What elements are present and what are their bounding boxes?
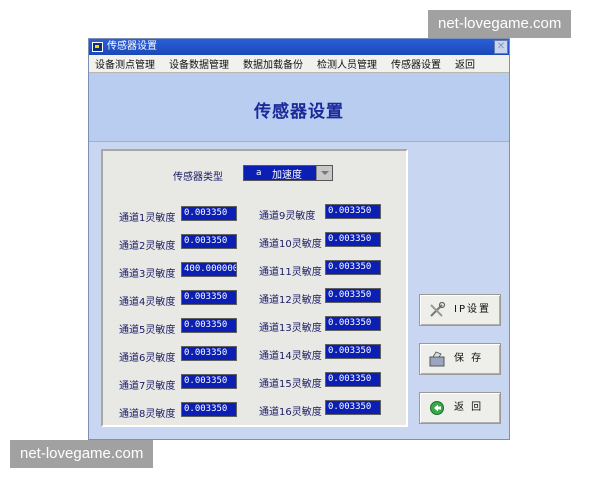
channel-5-label: 通道5灵敏度 xyxy=(119,325,176,336)
app-window: 传感器设置 ✕ 设备测点管理 设备数据管理 数据加载备份 检测人员管理 传感器设… xyxy=(88,38,510,440)
menu-item-data[interactable]: 设备数据管理 xyxy=(169,56,229,71)
channel-11-label: 通道11灵敏度 xyxy=(259,267,322,278)
channel-4-label: 通道4灵敏度 xyxy=(119,297,176,308)
channel-14-input[interactable]: 0.003350 xyxy=(325,344,381,359)
tools-icon xyxy=(430,302,446,317)
channel-2-input[interactable]: 0.003350 xyxy=(181,234,237,249)
return-label: 返 回 xyxy=(454,402,484,413)
channel-4-input[interactable]: 0.003350 xyxy=(181,290,237,305)
ip-settings-label: IP设置 xyxy=(454,304,491,315)
channel-10-label: 通道10灵敏度 xyxy=(259,239,322,250)
channel-1-label: 通道1灵敏度 xyxy=(119,213,176,224)
window-title: 传感器设置 xyxy=(107,41,157,52)
channel-13-input[interactable]: 0.003350 xyxy=(325,316,381,331)
channel-8-input[interactable]: 0.003350 xyxy=(181,402,237,417)
menu-item-return[interactable]: 返回 xyxy=(455,56,475,71)
save-button[interactable]: 保 存 xyxy=(419,343,501,375)
channel-5-input[interactable]: 0.003350 xyxy=(181,318,237,333)
channel-12-input[interactable]: 0.003350 xyxy=(325,288,381,303)
save-label: 保 存 xyxy=(454,353,484,364)
sensitivity-panel: 传感器类型 a 加速度 通道1灵敏度 0.003350 通道2灵敏度 0.003… xyxy=(101,149,408,427)
channel-11-input[interactable]: 0.003350 xyxy=(325,260,381,275)
close-icon[interactable]: ✕ xyxy=(494,40,508,54)
channel-15-label: 通道15灵敏度 xyxy=(259,379,322,390)
title-bar: 传感器设置 ✕ xyxy=(89,39,509,55)
watermark-top: net-lovegame.com xyxy=(428,10,572,38)
channel-1-input[interactable]: 0.003350 xyxy=(181,206,237,221)
channel-13-label: 通道13灵敏度 xyxy=(259,323,322,334)
channel-14-label: 通道14灵敏度 xyxy=(259,351,322,362)
channel-16-input[interactable]: 0.003350 xyxy=(325,400,381,415)
channel-2-label: 通道2灵敏度 xyxy=(119,241,176,252)
menu-item-backup[interactable]: 数据加载备份 xyxy=(243,56,303,71)
menu-item-points[interactable]: 设备测点管理 xyxy=(95,56,155,71)
menu-bar: 设备测点管理 设备数据管理 数据加载备份 检测人员管理 传感器设置 返回 xyxy=(89,55,509,73)
channel-12-label: 通道12灵敏度 xyxy=(259,295,322,306)
channel-9-input[interactable]: 0.003350 xyxy=(325,204,381,219)
sensor-type-code: a xyxy=(256,168,262,178)
menu-item-inspectors[interactable]: 检测人员管理 xyxy=(317,56,377,71)
header-area: 传感器设置 xyxy=(89,73,509,142)
return-button[interactable]: 返 回 xyxy=(419,392,501,424)
ip-settings-button[interactable]: IP设置 xyxy=(419,294,501,326)
sensor-type-value: 加速度 xyxy=(272,169,302,181)
channel-8-label: 通道8灵敏度 xyxy=(119,409,176,420)
channel-6-label: 通道6灵敏度 xyxy=(119,353,176,364)
chevron-down-icon[interactable] xyxy=(316,166,332,180)
channel-15-input[interactable]: 0.003350 xyxy=(325,372,381,387)
menu-item-sensor-settings[interactable]: 传感器设置 xyxy=(391,56,441,71)
sensor-type-select[interactable]: a 加速度 xyxy=(243,165,333,181)
save-icon xyxy=(429,351,445,367)
watermark-bottom: net-lovegame.com xyxy=(10,440,154,468)
channel-3-input[interactable]: 400.000000 xyxy=(181,262,237,277)
channel-6-input[interactable]: 0.003350 xyxy=(181,346,237,361)
channel-7-label: 通道7灵敏度 xyxy=(119,381,176,392)
app-icon xyxy=(92,42,103,52)
return-arrow-icon xyxy=(430,401,444,415)
channel-9-label: 通道9灵敏度 xyxy=(259,211,316,222)
sensor-type-label: 传感器类型 xyxy=(173,172,223,183)
page-title: 传感器设置 xyxy=(254,102,344,122)
channel-16-label: 通道16灵敏度 xyxy=(259,407,322,418)
channel-7-input[interactable]: 0.003350 xyxy=(181,374,237,389)
channel-10-input[interactable]: 0.003350 xyxy=(325,232,381,247)
channel-3-label: 通道3灵敏度 xyxy=(119,269,176,280)
